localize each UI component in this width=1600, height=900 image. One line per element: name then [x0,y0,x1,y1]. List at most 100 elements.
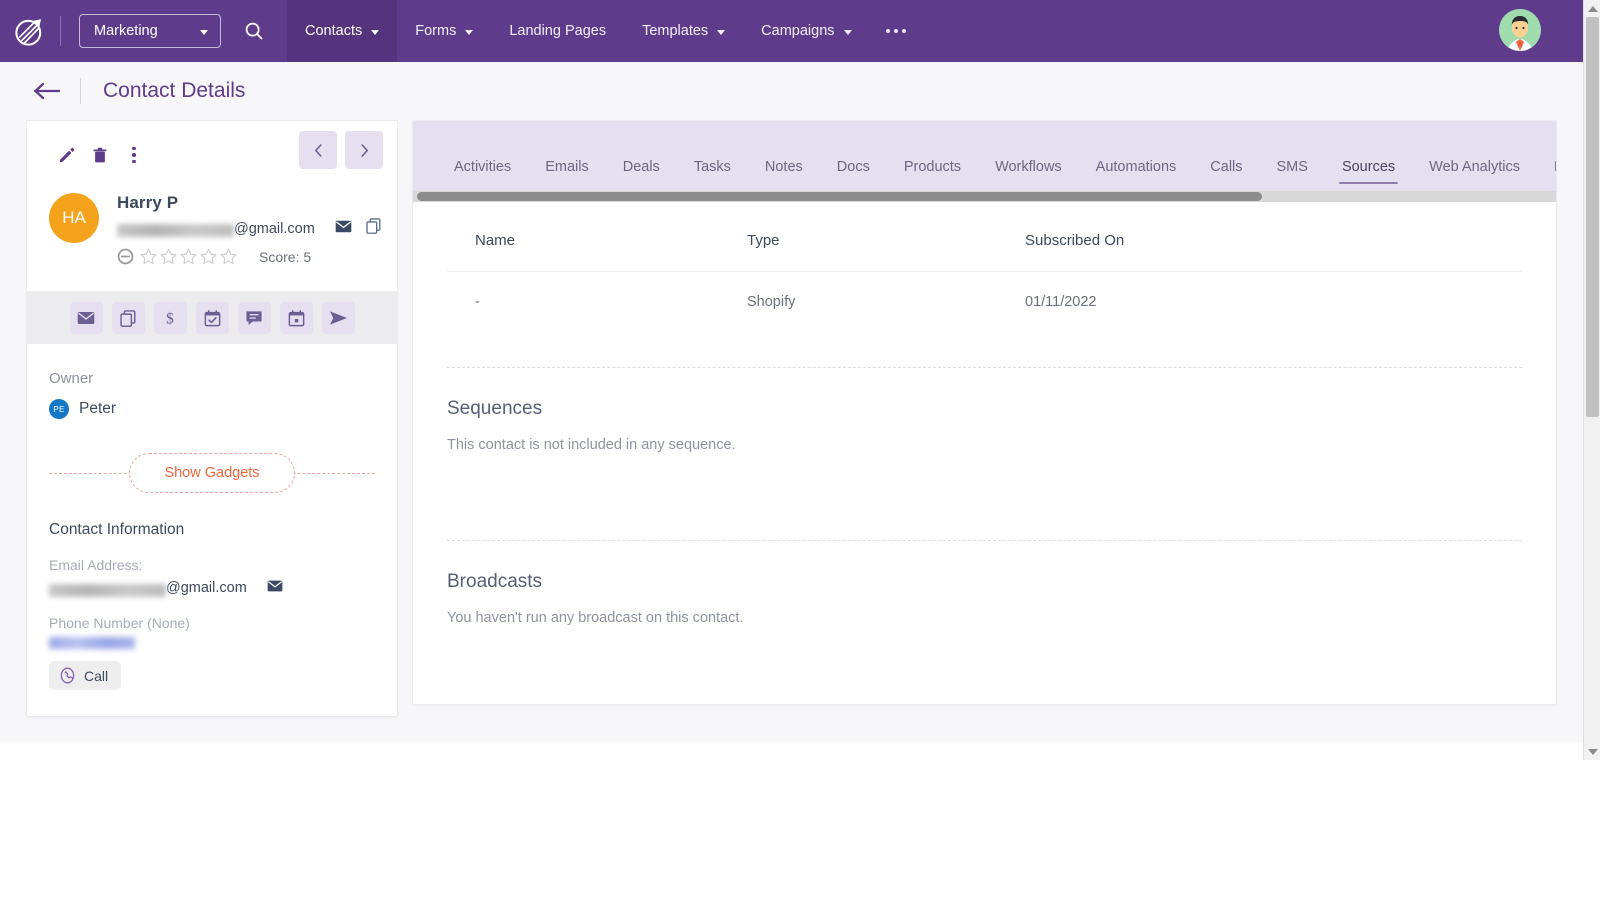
tab-activities[interactable]: Activities [437,159,528,191]
page-title: Contact Details [103,79,245,103]
svg-text:$: $ [166,310,174,327]
browser-vertical-scrollbar[interactable] [1583,0,1600,760]
email-icon [77,311,95,325]
sequences-section: Sequences This contact is not included i… [413,367,1556,505]
action-sms-button[interactable] [238,302,271,334]
search-icon [243,20,265,42]
star-icon[interactable] [220,248,237,265]
nav-item-label: Templates [642,23,708,39]
chevron-down-icon [371,30,379,35]
previous-contact-button[interactable] [299,131,337,169]
tab-calls[interactable]: Calls [1193,159,1259,191]
tab-deals[interactable]: Deals [606,159,677,191]
phone-number-value-row [49,637,375,649]
contact-pager [299,131,383,169]
contact-more-menu-button[interactable] [117,140,151,170]
owner-row[interactable]: PE Peter [49,399,375,419]
top-nav-items: Contacts Forms Landing Pages Templates C… [287,0,922,62]
redacted-phone-number [49,637,135,649]
action-note-button[interactable] [112,302,145,334]
sources-table-wrap: Name Type Subscribed On - Shopify 01/11/… [413,202,1556,332]
note-icon [120,310,136,327]
nav-more-button[interactable] [870,0,923,62]
workspace-select[interactable]: Marketing [79,14,221,48]
back-button[interactable] [32,79,66,103]
sources-table-head: Name Type Subscribed On [447,232,1522,272]
contact-card-toolbar [27,121,397,183]
appointment-icon [288,310,305,327]
app-logo[interactable] [0,0,60,62]
cell-subscribed-on: 01/11/2022 [1025,272,1522,333]
nav-item-landing-pages[interactable]: Landing Pages [491,0,624,62]
table-row[interactable]: - Shopify 01/11/2022 [447,272,1522,333]
column-header-name: Name [447,232,747,272]
nav-item-label: Contacts [305,23,362,39]
user-avatar[interactable] [1499,9,1541,51]
user-avatar-icon [1499,9,1541,51]
action-send-button[interactable] [322,302,355,334]
send-email-button[interactable] [335,220,352,238]
star-icon[interactable] [180,248,197,265]
owner-label: Owner [49,370,375,387]
contact-summary-card: HA Harry P @gmail.com [26,120,398,717]
tab-sms[interactable]: SMS [1260,159,1325,191]
action-task-button[interactable] [196,302,229,334]
star-icon[interactable] [160,248,177,265]
tab-notes[interactable]: Notes [748,159,820,191]
copy-email-button[interactable] [366,218,381,239]
nav-item-contacts[interactable]: Contacts [287,0,397,62]
contact-detail-panel: Activities Emails Deals Tasks Notes Docs… [412,120,1557,705]
delete-contact-button[interactable] [83,140,117,170]
action-deal-button[interactable]: $ [154,302,187,334]
email-contact-button[interactable] [267,579,283,597]
tab-automations[interactable]: Automations [1079,159,1194,191]
show-gadgets-button[interactable]: Show Gadgets [129,453,294,493]
scroll-up-arrow-icon[interactable] [1584,0,1600,17]
header-divider [80,78,81,104]
action-email-button[interactable] [70,302,103,334]
search-button[interactable] [221,0,287,62]
email-icon [335,220,352,233]
pencil-icon [57,146,76,165]
contact-rating: Score: 5 [117,248,381,265]
tab-workflows[interactable]: Workflows [978,159,1079,191]
nav-item-forms[interactable]: Forms [397,0,491,62]
tab-docs[interactable]: Docs [820,159,887,191]
action-appointment-button[interactable] [280,302,313,334]
tab-tasks[interactable]: Tasks [677,159,748,191]
tabs-scrollbar-thumb[interactable] [417,192,1262,201]
owner-name: Peter [79,400,116,418]
nav-item-label: Forms [415,23,456,39]
redacted-email-local-part [117,224,234,237]
show-gadgets-wrap: Show Gadgets [49,449,375,497]
nav-item-campaigns[interactable]: Campaigns [743,0,869,62]
chevron-down-icon [844,30,852,35]
edit-contact-button[interactable] [49,140,83,170]
chevron-down-icon [717,30,725,35]
scrollbar-thumb[interactable] [1586,17,1599,417]
next-contact-button[interactable] [345,131,383,169]
tab-events[interactable]: Ev [1537,159,1556,191]
tab-products[interactable]: Products [887,159,978,191]
nav-item-label: Campaigns [761,23,834,39]
scroll-down-arrow-icon[interactable] [1584,743,1600,760]
contact-identity: HA Harry P @gmail.com [27,183,397,291]
tabs-row: Activities Emails Deals Tasks Notes Docs… [413,121,1556,191]
do-not-disturb-icon[interactable] [117,248,134,265]
tab-sources[interactable]: Sources [1325,159,1412,191]
call-button[interactable]: Call [49,661,121,690]
star-icon[interactable] [200,248,217,265]
screenshot-root: Marketing Contacts Forms [0,0,1600,900]
nav-item-templates[interactable]: Templates [624,0,743,62]
contact-email-row: @gmail.com [117,218,381,239]
tabs-strip: Activities Emails Deals Tasks Notes Docs… [413,121,1556,202]
back-arrow-icon [32,81,62,101]
tab-emails[interactable]: Emails [528,159,606,191]
star-rating[interactable] [140,248,237,265]
engagebay-logo-icon [13,14,47,48]
tabs-horizontal-scrollbar[interactable] [413,191,1556,202]
tab-web-analytics[interactable]: Web Analytics [1412,159,1537,191]
contact-information-title: Contact Information [49,521,375,539]
redacted-email-local-part [49,584,166,597]
star-icon[interactable] [140,248,157,265]
